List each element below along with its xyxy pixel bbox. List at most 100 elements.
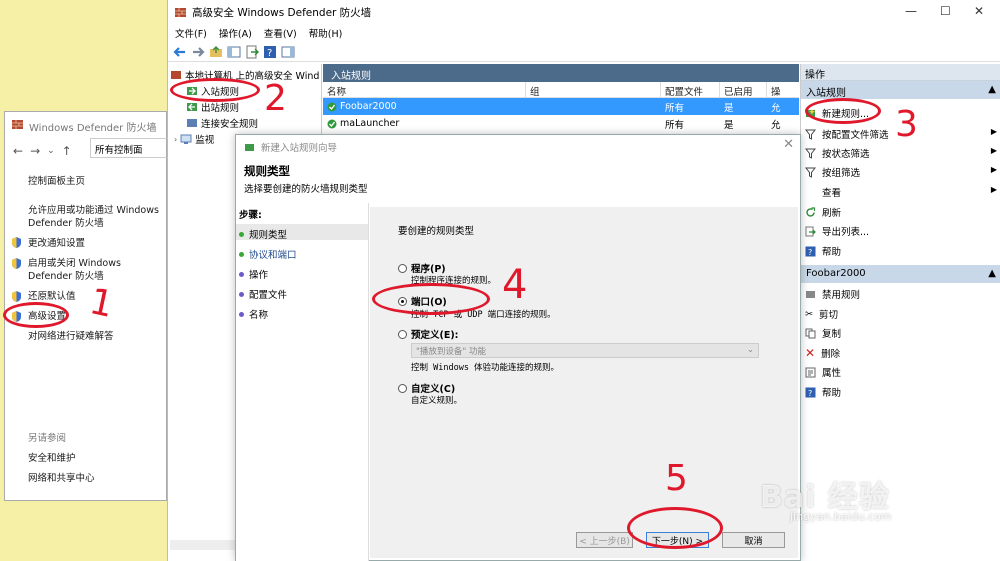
security-maintenance-link[interactable]: 安全和维护 [28, 452, 76, 465]
cp-home-link[interactable]: 控制面板主页 [28, 175, 85, 188]
table-row[interactable]: Foobar2000 所有 是 允 [323, 98, 799, 115]
col-name[interactable]: 名称 [323, 82, 526, 97]
window-title: 高级安全 Windows Defender 防火墙 [192, 6, 372, 19]
wizard-content: 要创建的规则类型 程序(P) 控制程序连接的规则。 端口(O) 控制 TCP 或… [370, 207, 798, 558]
help-action-2[interactable]: ? 帮助 [805, 385, 997, 399]
help-icon[interactable]: ? [263, 45, 277, 59]
cp-troubleshoot-link[interactable]: 对网络进行疑难解答 [28, 330, 114, 343]
tree-item-monitor[interactable]: › 监视 [174, 132, 214, 146]
tree-item-connection-security[interactable]: 连接安全规则 [186, 116, 258, 130]
cancel-button[interactable]: 取消 [722, 532, 785, 548]
col-enabled[interactable]: 已启用 [720, 82, 767, 97]
delete-action[interactable]: ✕ 删除 [805, 346, 997, 360]
step-dot-icon [239, 271, 244, 277]
menu-help[interactable]: 帮助(H) [309, 26, 343, 40]
allow-check-icon [327, 102, 337, 112]
filter-icon [805, 129, 816, 140]
radio-custom[interactable] [398, 383, 407, 393]
predefined-select[interactable]: "播放到设备" 功能 ⌄ [411, 343, 759, 358]
cp-title: Windows Defender 防火墙 [29, 123, 157, 134]
step-rule-type[interactable]: 规则类型 [239, 227, 287, 241]
export-list-action[interactable]: 导出列表... [805, 224, 997, 238]
table-row[interactable]: maLauncher 所有 是 允 [323, 115, 799, 132]
svg-text:?: ? [808, 389, 812, 398]
cp-allow-app-link-2[interactable]: Defender 防火墙 [28, 217, 104, 230]
network-sharing-link[interactable]: 网络和共享中心 [28, 472, 95, 485]
export-icon [805, 226, 816, 237]
actions-section-inbound[interactable]: 入站规则 ▲ [801, 81, 1000, 99]
refresh-icon [805, 206, 816, 218]
annotation-circle [372, 283, 490, 315]
option-program[interactable]: 程序(P) [398, 261, 446, 275]
col-profile[interactable]: 配置文件 [661, 82, 720, 97]
outbound-rules-icon [186, 101, 198, 113]
filter-state-action[interactable]: 按状态筛选 ▶ [805, 146, 997, 160]
menu-action[interactable]: 操作(A) [219, 26, 252, 40]
tree-item-outbound[interactable]: 出站规则 [186, 100, 239, 114]
option-custom[interactable]: 自定义(C) [398, 381, 455, 395]
folder-up-icon[interactable] [209, 45, 223, 59]
expand-chevron-icon[interactable]: › [174, 135, 177, 144]
cp-notify-link[interactable]: 更改通知设置 [28, 237, 85, 250]
step-label: 规则类型 [249, 230, 288, 241]
forward-arrow-icon[interactable] [191, 45, 205, 59]
export-icon[interactable] [245, 45, 259, 59]
option-desc: 控制 Windows 体验功能连接的规则。 [411, 363, 560, 373]
actions-section-rule[interactable]: Foobar2000 ▲ [801, 265, 1000, 283]
cut-action[interactable]: ✂ 剪切 [805, 307, 997, 322]
filter-icon [805, 167, 816, 178]
menu-view[interactable]: 查看(V) [264, 26, 297, 40]
step-profile[interactable]: 配置文件 [239, 287, 287, 301]
svg-text:?: ? [808, 248, 812, 257]
actions-header: 操作 [801, 64, 1000, 81]
help-action[interactable]: ? 帮助 [805, 244, 997, 258]
annotation-number: 2 [264, 78, 287, 119]
copy-action[interactable]: 复制 [805, 326, 997, 340]
inbound-rules-icon [244, 142, 255, 153]
tree-label: 监视 [195, 135, 215, 146]
watermark-url: jingyan.baidu.com [790, 510, 892, 523]
chevron-down-icon[interactable]: ⌄ [47, 146, 55, 156]
submenu-arrow-icon: ▶ [990, 165, 997, 174]
col-action[interactable]: 操 [767, 82, 797, 97]
menu-file[interactable]: 文件(F) [175, 26, 207, 40]
show-tree-icon[interactable] [227, 45, 241, 59]
chevron-down-icon: ⌄ [746, 345, 754, 355]
option-predefined[interactable]: 预定义(E): [398, 327, 458, 341]
step-name[interactable]: 名称 [239, 307, 268, 321]
back-button[interactable]: < 上一步(B) [576, 532, 633, 548]
cp-toggle-link[interactable]: 启用或关闭 Windows [28, 257, 121, 270]
action-label: 复制 [822, 329, 842, 340]
scissors-icon: ✂ [805, 308, 813, 320]
select-value: "播放到设备" 功能 [416, 347, 487, 357]
show-actions-icon[interactable] [281, 45, 295, 59]
submenu-arrow-icon: ▶ [990, 127, 997, 136]
properties-action[interactable]: 属性 [805, 365, 997, 379]
up-icon[interactable]: ↑ [62, 144, 72, 158]
close-icon[interactable]: ✕ [783, 137, 794, 152]
refresh-action[interactable]: 刷新 [805, 205, 997, 219]
step-action[interactable]: 操作 [239, 267, 268, 281]
annotation-number: 5 [665, 458, 688, 499]
action-label: 查看 [822, 188, 842, 199]
wizard-titlebar: 新建入站规则向导 [244, 140, 337, 154]
disable-rule-action[interactable]: 禁用规则 [805, 287, 997, 301]
radio-program[interactable] [398, 263, 407, 273]
step-label: 名称 [249, 310, 269, 321]
filter-group-action[interactable]: 按组筛选 ▶ [805, 165, 997, 179]
back-icon[interactable]: ← [13, 144, 23, 158]
allow-check-icon [327, 119, 337, 129]
radio-predefined[interactable] [398, 329, 407, 339]
collapse-icon[interactable]: ▲ [988, 84, 996, 96]
view-action[interactable]: 查看 ▶ [805, 185, 997, 199]
collapse-icon[interactable]: ▲ [988, 268, 996, 280]
maximize-icon[interactable]: ☐ [940, 4, 951, 18]
cp-toggle-link-2[interactable]: Defender 防火墙 [28, 270, 104, 283]
back-arrow-icon[interactable] [173, 45, 187, 59]
cp-allow-app-link[interactable]: 允许应用或功能通过 Windows [28, 204, 159, 217]
col-group[interactable]: 组 [526, 82, 661, 97]
minimize-icon[interactable]: — [905, 4, 917, 18]
step-protocol-ports[interactable]: 协议和端口 [239, 247, 297, 261]
forward-icon[interactable]: → [30, 144, 40, 158]
close-icon[interactable]: ✕ [974, 4, 984, 18]
